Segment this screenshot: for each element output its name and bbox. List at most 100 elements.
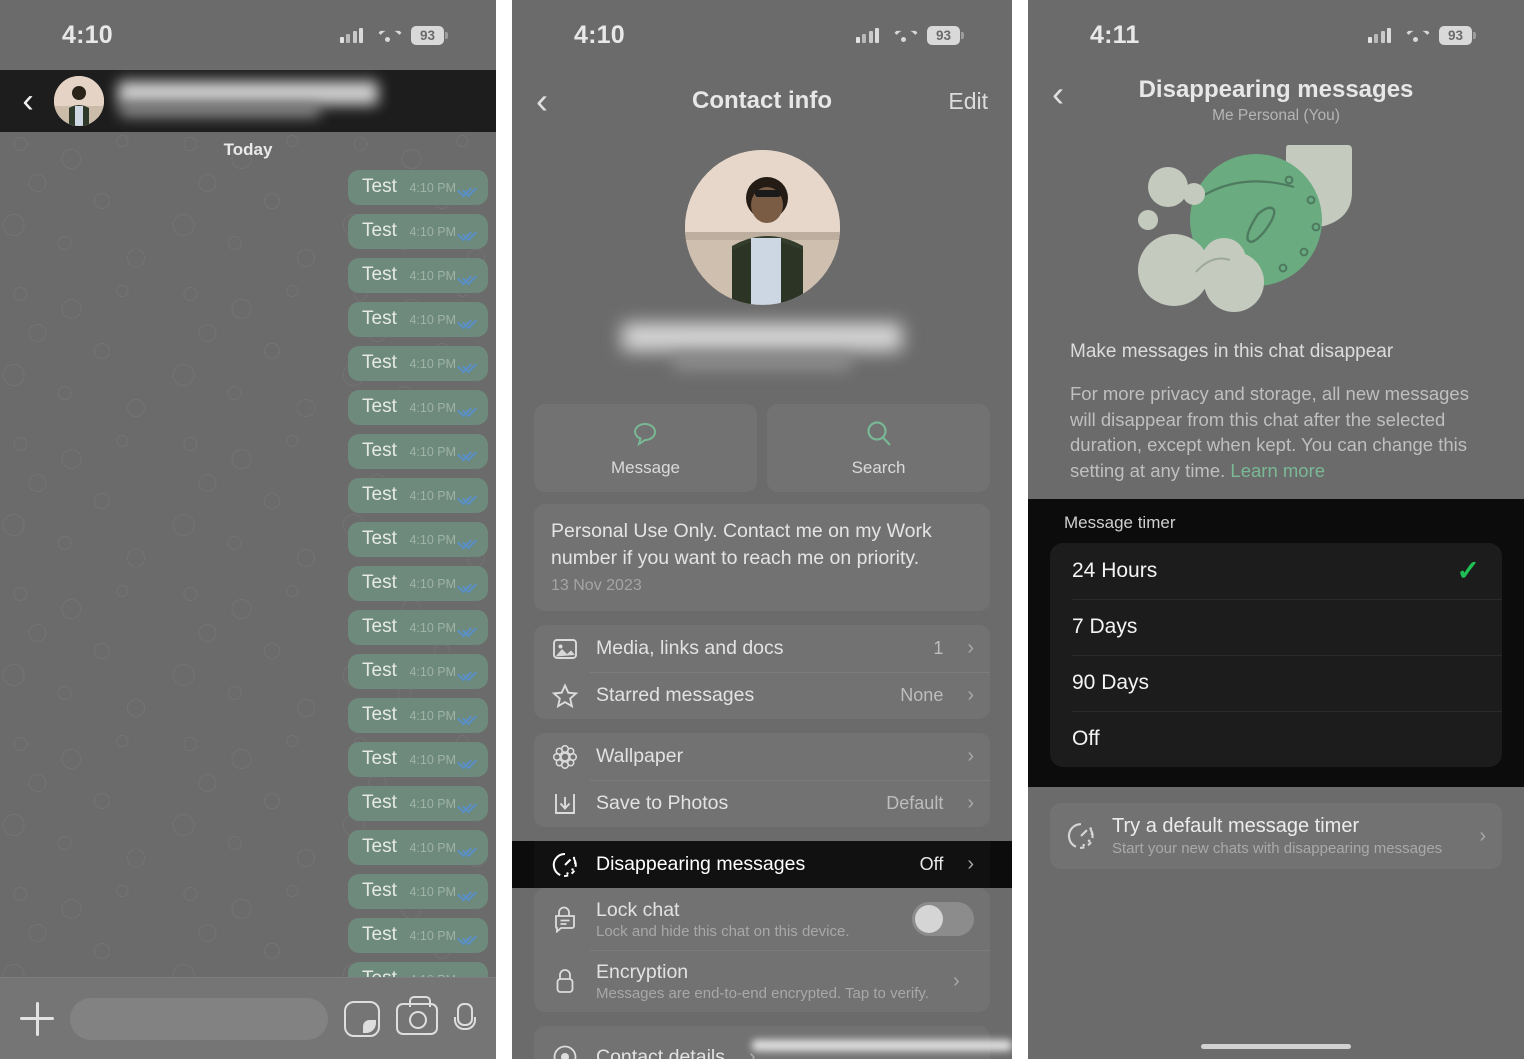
edit-button[interactable]: Edit [948,88,988,115]
row-wallpaper[interactable]: Wallpaper › [534,733,990,780]
timer-option-label: Off [1072,727,1100,751]
message-text: Test [362,616,397,637]
chevron-right-icon: › [967,637,974,660]
double-check-icon [460,491,477,502]
message-bubble-outgoing[interactable]: Test4:10 PM [348,962,488,977]
message-bubble-outgoing[interactable]: Test 4:10 PM [348,610,488,645]
message-input[interactable] [70,997,328,1040]
message-bubble-outgoing[interactable]: Test4:10 PM [348,874,488,909]
microphone-icon[interactable] [454,1002,476,1035]
message-bubble-outgoing[interactable]: Test4:10 PM [348,566,488,601]
message-row[interactable]: Test4:10 PM [0,742,488,777]
message-timestamp: 4:10 PM [409,181,456,195]
highlight-band-disappearing: Disappearing messages Off › [512,841,1012,889]
timer-option-24-hours[interactable]: 24 Hours ✓ [1050,543,1502,599]
message-bubble-outgoing[interactable]: Test4:10 PM [348,786,488,821]
message-row[interactable]: Test4:10 PM [0,698,488,733]
message-row[interactable]: Test4:10 PM [0,566,488,601]
battery-indicator: 93 [927,25,964,45]
check-icon: ✓ [1456,555,1480,587]
message-bubble-outgoing[interactable]: Test4:10 PM [348,654,488,689]
message-text: Test [362,220,397,241]
padlock-icon [550,966,580,996]
message-row[interactable]: Test4:10 PM [0,170,488,205]
status-time: 4:10 [574,20,625,49]
timer-option-90-days[interactable]: 90 Days [1050,655,1502,711]
message-row[interactable]: Test4:10 PM [0,918,488,953]
message-bubble-outgoing[interactable]: Test4:10 PM [348,346,488,381]
camera-icon[interactable] [396,995,438,1035]
message-row[interactable]: Test4:10 PM [0,654,488,689]
row-try-default-timer[interactable]: Try a default message timer Start your n… [1050,803,1502,870]
row-encryption[interactable]: Encryption Messages are end-to-end encry… [534,950,990,1012]
home-indicator [1201,1044,1351,1049]
back-button[interactable]: ‹ [536,83,566,119]
settings-group-disappearing: Disappearing messages Off › [534,841,990,889]
message-meta: 4:10 PM [409,533,477,547]
row-media-links-docs[interactable]: Media, links and docs 1 › [534,625,990,672]
message-row[interactable]: Test4:10 PM [0,874,488,909]
learn-more-link[interactable]: Learn more [1230,460,1325,481]
message-row[interactable]: Test4:10 PM [0,258,488,293]
message-timestamp: 4:10 PM [409,621,456,635]
row-save-to-photos[interactable]: Save to Photos Default › [534,780,990,827]
message-bubble-outgoing[interactable]: Test4:10 PM [348,302,488,337]
timer-option-7-days[interactable]: 7 Days [1050,599,1502,655]
message-bubble-outgoing[interactable]: Test4:10 PM [348,214,488,249]
chat-bubble-icon [630,418,662,450]
message-row[interactable]: Test4:10 PM [0,390,488,425]
sticker-icon[interactable] [344,1000,380,1037]
message-row[interactable]: Test4:10 PM [0,962,488,977]
message-bubble-outgoing[interactable]: Test4:10 PM [348,742,488,777]
plus-icon[interactable] [20,1001,54,1036]
row-lock-chat[interactable]: Lock chat Lock and hide this chat on thi… [534,888,990,950]
message-bubble-outgoing[interactable]: Test4:10 PM [348,434,488,469]
row-starred-messages[interactable]: Starred messages None › [534,672,990,719]
message-row[interactable]: Test4:10 PM [0,302,488,337]
search-button[interactable]: Search [767,404,990,492]
message-timestamp: 4:10 PM [409,929,456,943]
timer-option-off[interactable]: Off [1050,711,1502,767]
message-bubble-outgoing[interactable]: Test4:10 PM [348,390,488,425]
status-bar-1: 4:10 93 [0,0,496,70]
row-disappearing-messages[interactable]: Disappearing messages Off › [534,841,990,888]
message-row[interactable]: Test4:10 PM [0,214,488,249]
wifi-icon [892,27,914,43]
message-bubble-outgoing[interactable]: Test4:10 PM [348,258,488,293]
status-indicators: 93 [855,25,964,45]
message-text: Test [362,836,397,857]
message-row[interactable]: Test4:10 PM [0,830,488,865]
message-row[interactable]: Test4:10 PM [0,478,488,513]
message-row[interactable]: Test4:10 PM [0,346,488,381]
row-sublabel: Messages are end-to-end encrypted. Tap t… [596,984,929,1002]
message-meta: 4:10 PM [409,577,477,591]
profile-photo[interactable] [684,150,840,305]
message-timer-section: Message timer 24 Hours ✓ 7 Days 90 Days Off [1028,499,1524,788]
message-button[interactable]: Message [534,404,757,492]
message-row[interactable]: Test4:10 PM [0,522,488,557]
timer-option-label: 24 Hours [1072,559,1158,583]
lock-chat-icon [550,904,580,934]
description-heading: Make messages in this chat disappear [1070,341,1394,362]
message-row[interactable]: Test 4:10 PM [0,610,488,645]
avatar[interactable] [54,76,104,126]
panel-chat-screen: 4:10 93 ‹ Today Test 4:10 PM Test 4:10 P… [0,0,496,1059]
message-row[interactable]: Test4:10 PM [0,786,488,821]
message-bubble-outgoing[interactable]: Test4:10 PM [348,830,488,865]
message-bubble-outgoing[interactable]: Test4:10 PM [348,918,488,953]
about-text: Personal Use Only. Contact me on my Work… [551,520,932,569]
about-section[interactable]: Personal Use Only. Contact me on my Work… [534,504,990,612]
message-text: Test [362,352,397,373]
message-bubble-outgoing[interactable]: Test4:10 PM [348,170,488,205]
message-meta: 4:10 PM [409,621,477,635]
chevron-right-icon: › [967,792,974,815]
message-button-label: Message [611,458,680,477]
message-bubble-outgoing[interactable]: Test4:10 PM [348,698,488,733]
message-timer-header: Message timer [1064,513,1176,533]
back-button[interactable]: ‹ [14,84,42,118]
chat-message-list[interactable]: Today Test 4:10 PM Test 4:10 PM Test 4:10 PM T… [0,132,496,977]
message-bubble-outgoing[interactable]: Test4:10 PM [348,522,488,557]
message-row[interactable]: Test4:10 PM [0,434,488,469]
message-bubble-outgoing[interactable]: Test4:10 PM [348,478,488,513]
lock-chat-toggle[interactable] [912,902,974,937]
